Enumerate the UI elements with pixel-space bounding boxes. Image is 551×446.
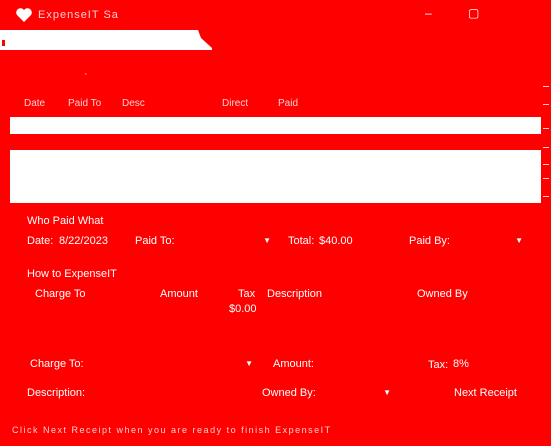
chevron-down-icon: ▼	[515, 236, 523, 245]
who-paid-what-title: Who Paid What	[27, 215, 104, 227]
paid-to-label: Paid To:	[135, 235, 175, 247]
owned-by-label: Owned By:	[262, 387, 316, 399]
expense-list-header-bar[interactable]	[10, 117, 541, 134]
tax-input[interactable]: 8%	[453, 358, 469, 370]
next-receipt-button[interactable]: Next Receipt	[454, 387, 517, 399]
date-value[interactable]: 8/22/2023	[59, 235, 108, 247]
how-to-expense-title: How to ExpenseIT	[27, 268, 117, 280]
description-label: Description:	[27, 387, 86, 399]
header-marker: ·	[84, 68, 88, 80]
tax-total: $0.00	[229, 303, 257, 315]
minimize-button[interactable]: –	[425, 6, 432, 20]
col-owned-by: Owned By	[417, 288, 468, 300]
tab-edge-marker	[2, 40, 5, 46]
tax-label: Tax:	[428, 359, 449, 371]
list-header-paid-to: Paid To	[68, 98, 102, 109]
list-header-paid: Paid	[278, 98, 299, 109]
status-text: Click Next Receipt when you are ready to…	[12, 425, 332, 435]
col-charge-to: Charge To	[35, 288, 86, 300]
description-input[interactable]	[85, 385, 250, 401]
charge-to-label: Charge To:	[30, 358, 84, 370]
tab-main[interactable]	[0, 30, 212, 50]
date-label: Date:	[27, 235, 54, 247]
col-amount: Amount	[160, 288, 198, 300]
chevron-down-icon: ▼	[263, 236, 271, 245]
owned-by-dropdown[interactable]: ▼	[318, 385, 393, 401]
window-title: ExpenseIT Sa	[38, 9, 119, 21]
paid-by-dropdown[interactable]: ▼	[450, 233, 525, 249]
chevron-down-icon: ▼	[383, 388, 391, 397]
total-label: Total:	[288, 235, 315, 247]
charge-to-dropdown[interactable]: ▼	[85, 356, 255, 372]
maximize-button[interactable]: ▢	[468, 6, 479, 20]
amount-label: Amount:	[273, 358, 314, 370]
total-value: $40.00	[319, 235, 353, 247]
amount-input[interactable]	[315, 356, 415, 372]
list-header-date: Date	[24, 98, 46, 109]
list-header-direct: Direct	[222, 98, 249, 109]
col-tax: Tax	[238, 288, 256, 300]
col-description: Description	[267, 288, 323, 300]
app-icon	[15, 6, 33, 24]
list-header-desc: Desc	[122, 98, 145, 109]
paid-to-dropdown[interactable]: ▼	[178, 233, 273, 249]
paid-by-label: Paid By:	[409, 235, 450, 247]
chevron-down-icon: ▼	[245, 359, 253, 368]
expense-list-area[interactable]	[10, 150, 541, 203]
